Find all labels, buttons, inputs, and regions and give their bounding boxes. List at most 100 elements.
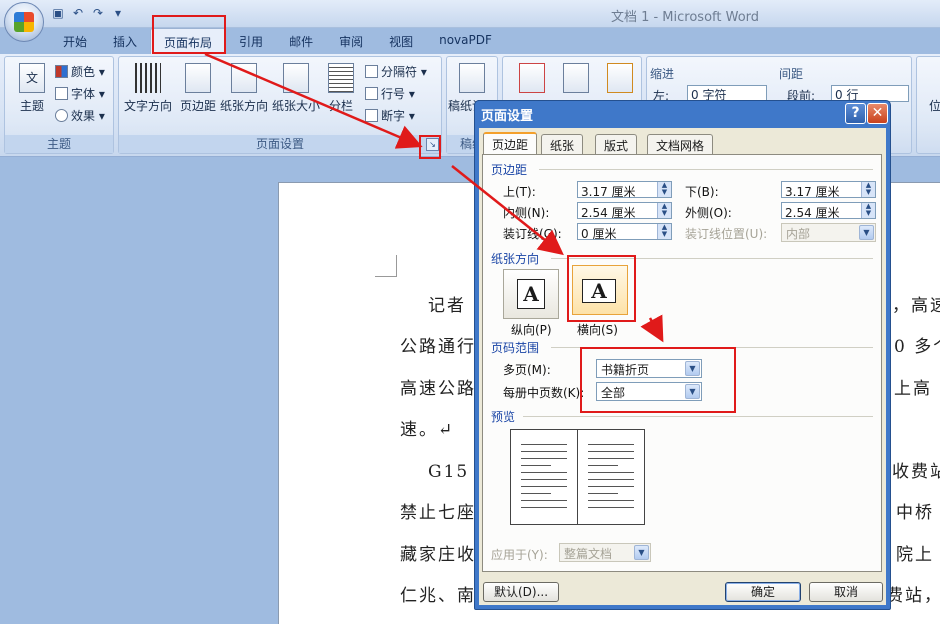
annotation-box-landscape [567,255,636,322]
breaks-icon [365,65,378,78]
outside-margin-label: 外侧(O): [685,206,732,220]
pages-section-title: 页码范围 [491,341,540,355]
multiple-pages-label: 多页(M): [503,363,551,377]
text-direction-button[interactable]: 文字方向 [121,63,175,114]
tab-references[interactable]: 引用 [226,28,276,54]
bottom-margin-input[interactable]: 3.17 厘米 ▲ ▼ [781,181,876,199]
tab-novapdf[interactable]: novaPDF [426,28,505,54]
default-button[interactable]: 默认(D)... [483,582,559,602]
doc-text: 高速公路 [400,379,476,399]
tab-paper[interactable]: 纸张 [541,134,584,154]
preview-text-line [588,472,634,473]
gutter-label: 装订线(G): [503,227,562,241]
margins-button[interactable]: 页边距 [175,63,221,114]
spin-arrows-icon[interactable]: ▲ ▼ [861,182,875,197]
ribbon-tabs: 开始 插入 页面布局 引用 邮件 审阅 视图 novaPDF [50,28,505,54]
text-direction-label: 文字方向 [123,99,172,113]
preview-text-line [521,500,567,501]
columns-icon [328,63,354,93]
themes-label: 主题 [19,99,44,113]
preview-text-line [521,507,567,508]
page-color-button[interactable] [551,63,601,97]
themes-button[interactable]: 文 主题 [7,63,57,114]
columns-button[interactable]: 分栏 [321,63,361,114]
outside-margin-input[interactable]: 2.54 厘米 ▲ ▼ [781,202,876,220]
preview-right-page [577,429,645,525]
preview-text-line [588,500,634,501]
landscape-label: 横向(S) [577,323,618,337]
outside-margin-value: 2.54 厘米 [785,206,840,220]
tab-layout[interactable]: 版式 [595,134,638,154]
arrange-group: 位 [916,56,940,154]
gutter-position-label: 装订线位置(U): [685,227,768,241]
spin-arrows-icon[interactable]: ▲ ▼ [657,182,671,197]
breaks-label: 分隔符 [381,65,418,79]
portrait-option[interactable]: A [503,269,559,319]
top-margin-label: 上(T): [503,185,536,199]
inside-margin-input[interactable]: 2.54 厘米 ▲ ▼ [577,202,672,220]
doc-text: 收费站 [892,462,940,482]
close-icon[interactable]: ✕ [867,103,888,124]
portrait-icon: A [517,279,545,309]
section-divider [539,169,873,170]
tab-document-grid[interactable]: 文档网格 [647,134,714,154]
title-bar: ▣ ↶ ↷ ▾ 文档 1 - Microsoft Word [0,0,940,28]
size-button[interactable]: 纸张大小 [271,63,321,114]
preview-text-line [521,472,567,473]
page-borders-button[interactable] [595,63,645,97]
colors-button[interactable]: 颜色 ▾ [55,63,105,80]
watermark-button[interactable] [507,63,557,97]
effects-button[interactable]: 效果 ▾ [55,107,105,124]
hyphenation-icon [365,109,378,122]
theme-group: 文 主题 颜色 ▾ 字体 ▾ 效果 ▾ 主题 [4,56,114,154]
preview-text-line [521,465,551,466]
line-numbers-button[interactable]: 行号 ▾ [365,85,415,102]
tab-view[interactable]: 视图 [376,28,426,54]
cancel-button[interactable]: 取消 [809,582,883,602]
breaks-button[interactable]: 分隔符 ▾ [365,63,427,80]
doc-text: 中桥 [896,503,934,523]
spin-arrows-icon[interactable]: ▲ ▼ [861,203,875,218]
tab-review[interactable]: 审阅 [326,28,376,54]
position-label[interactable]: 位 [929,97,940,114]
preview-text-line [521,493,551,494]
spin-arrows-icon[interactable]: ▲ ▼ [657,203,671,218]
spacing-heading: 间距 [779,67,804,81]
help-icon[interactable]: ? [845,103,866,124]
hyphenation-button[interactable]: 断字 ▾ [365,107,415,124]
theme-group-label: 主题 [5,135,113,153]
sheets-per-booklet-label: 每册中页数(K): [503,386,585,400]
tab-mailings[interactable]: 邮件 [276,28,326,54]
size-label: 纸张大小 [271,99,320,113]
margins-icon [185,63,211,93]
preview-text-line [588,493,618,494]
bottom-margin-value: 3.17 厘米 [785,185,840,199]
gutter-value: 0 厘米 [581,227,617,241]
doc-text: 费站， [886,586,940,606]
tab-home[interactable]: 开始 [50,28,100,54]
line-numbers-label: 行号 [381,87,406,101]
top-margin-input[interactable]: 3.17 厘米 ▲ ▼ [577,181,672,199]
section-divider [523,416,873,417]
doc-text: 仁兆、南 [400,586,476,606]
doc-text: 禁止七座 [400,503,476,523]
inside-margin-value: 2.54 厘米 [581,206,636,220]
doc-text: 院上 [896,545,934,565]
ok-button[interactable]: 确定 [725,582,801,602]
gutter-input[interactable]: 0 厘米 ▲ ▼ [577,223,672,241]
doc-text: 0 多个 [894,337,940,357]
tab-margins[interactable]: 页边距 [483,132,538,155]
chevron-down-icon: ▼ [634,545,649,560]
preview-text-line [588,486,634,487]
preview-left-page [510,429,578,525]
margin-corner-mark [375,255,397,277]
preview-text-line [521,486,567,487]
dialog-title: 页面设置 [481,109,534,124]
spin-arrows-icon[interactable]: ▲ ▼ [657,224,671,239]
preview-text-line [521,451,567,452]
fonts-button[interactable]: 字体 ▾ [55,85,105,102]
effects-icon [55,109,68,122]
tab-insert[interactable]: 插入 [100,28,150,54]
office-button[interactable] [4,2,44,42]
orientation-button[interactable]: 纸张方向 [219,63,269,114]
